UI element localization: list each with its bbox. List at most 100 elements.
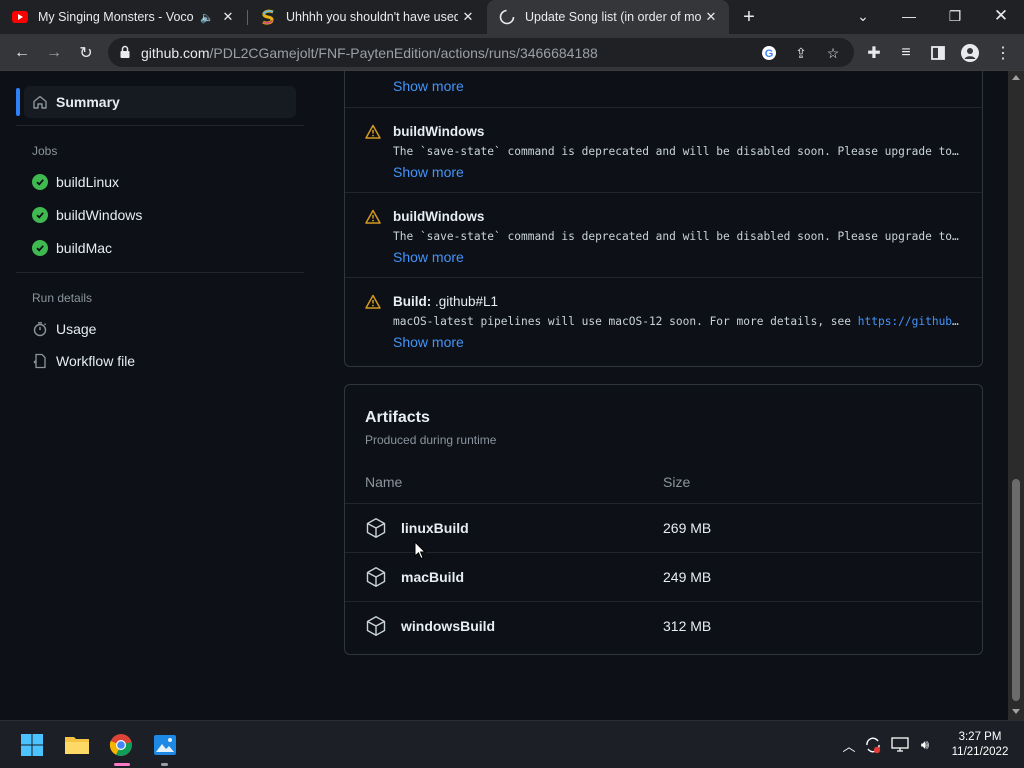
table-row[interactable]: windowsBuild 312 MB (345, 601, 982, 650)
stopwatch-icon (33, 322, 47, 337)
tab-title: Uhhhh you shouldn't have used t (286, 10, 458, 24)
chrome-icon[interactable] (105, 729, 137, 761)
jobs-heading: Jobs (32, 144, 58, 158)
artifacts-panel: Artifacts Produced during runtime Name S… (344, 384, 983, 655)
reload-icon[interactable]: ↻ (73, 40, 99, 66)
artifact-name-link[interactable]: windowsBuild (401, 618, 495, 634)
sidebar-item-buildmac[interactable]: buildMac (32, 238, 112, 258)
scrollbar-thumb[interactable] (1012, 479, 1020, 701)
photos-icon[interactable] (149, 729, 181, 761)
sidebar-item-buildwindows[interactable]: buildWindows (32, 205, 142, 225)
tab-close-icon[interactable]: ✕ (218, 7, 238, 27)
tab-close-icon[interactable]: ✕ (458, 7, 478, 27)
github-icon (499, 9, 515, 25)
table-row[interactable]: linuxBuild 269 MB (345, 503, 982, 552)
show-more-link[interactable]: Show more (393, 164, 464, 180)
success-check-icon (32, 207, 48, 223)
media-controls-icon[interactable]: ≡ (893, 40, 919, 66)
warning-triangle-icon (365, 294, 381, 309)
show-more-link[interactable]: Show more (393, 78, 464, 94)
annotation-link[interactable]: https://github.c… (858, 315, 963, 328)
restore-icon[interactable]: ❐ (932, 0, 978, 32)
sidebar-divider (16, 272, 304, 273)
artifact-size: 269 MB (663, 520, 712, 536)
bookmark-star-icon[interactable]: ☆ (823, 43, 843, 63)
share-icon[interactable]: ⇪ (791, 43, 811, 63)
scroll-up-arrow-icon[interactable] (1012, 75, 1020, 80)
artifacts-title: Artifacts (365, 409, 430, 426)
browser-tab-youtube[interactable]: My Singing Monsters - Voco 🔈 ✕ (0, 0, 246, 34)
side-panel-icon[interactable] (925, 40, 951, 66)
artifact-size: 249 MB (663, 569, 712, 585)
artifact-name-link[interactable]: macBuild (401, 569, 464, 585)
sidebar-item-label: buildMac (56, 240, 113, 256)
mouse-cursor-icon (414, 541, 426, 560)
chrome-menu-icon[interactable]: ⋮ (990, 40, 1016, 66)
scroll-down-arrow-icon[interactable] (1012, 709, 1020, 714)
show-more-link[interactable]: Show more (393, 249, 464, 265)
lock-icon[interactable] (118, 45, 132, 59)
windows-taskbar: ︿ 🔊︎ 3:27 PM 11/21/2022 (0, 720, 1024, 768)
minimize-icon[interactable]: — (886, 0, 932, 32)
file-explorer-icon[interactable] (61, 729, 93, 761)
artifact-size: 312 MB (663, 618, 712, 634)
address-bar[interactable]: github.com/PDL2CGamejolt/FNF-PaytenEditi… (108, 38, 854, 67)
sidebar-item-label: buildWindows (56, 207, 143, 223)
photos-running-indicator (161, 763, 168, 766)
tab-title: My Singing Monsters - Voco (38, 10, 194, 24)
network-icon[interactable] (890, 735, 910, 755)
tab-title: Update Song list (in order of mo (525, 10, 701, 24)
new-tab-plus-icon[interactable]: + (737, 5, 761, 29)
sync-alert-icon[interactable] (863, 735, 883, 755)
home-icon (33, 95, 47, 109)
profile-avatar-icon[interactable] (957, 40, 983, 66)
taskbar-clock[interactable]: 3:27 PM 11/21/2022 (940, 730, 1020, 760)
svg-text:G: G (765, 48, 774, 60)
sidebar-divider (16, 125, 304, 126)
package-icon (366, 616, 386, 636)
show-more-link[interactable]: Show more (393, 334, 464, 350)
youtube-icon (12, 11, 28, 23)
run-details-heading: Run details (32, 291, 93, 305)
package-icon (366, 567, 386, 587)
rainbow-s-icon (262, 9, 274, 25)
page-scrollbar[interactable] (1008, 71, 1024, 720)
success-check-icon (32, 174, 48, 190)
back-arrow-icon[interactable]: ← (9, 40, 35, 66)
sidebar-item-label: Summary (56, 94, 120, 110)
url-text[interactable]: github.com/PDL2CGamejolt/FNF-PaytenEditi… (141, 45, 598, 61)
google-icon[interactable]: G (759, 43, 779, 63)
warning-triangle-icon (365, 209, 381, 224)
tab-close-icon[interactable]: ✕ (701, 7, 721, 27)
sidebar-item-usage[interactable]: Usage (32, 319, 96, 339)
sidebar-item-buildlinux[interactable]: buildLinux (32, 172, 119, 192)
browser-tab-rainbow[interactable]: Uhhhh you shouldn't have used t ✕ (248, 0, 486, 34)
summary-active-indicator (16, 88, 20, 116)
chevron-up-icon[interactable]: ︿ (839, 735, 859, 755)
sidebar-item-summary[interactable]: Summary (24, 86, 296, 118)
clock-time: 3:27 PM (958, 731, 1002, 743)
browser-tab-github-active[interactable]: Update Song list (in order of mo ✕ (487, 0, 729, 34)
chrome-active-indicator (114, 763, 130, 766)
annotation-item: buildWindows The `save-state` command is… (345, 108, 982, 193)
sidebar-item-label: Workflow file (56, 353, 136, 369)
forward-arrow-icon[interactable]: → (41, 40, 67, 66)
windows-start-icon[interactable] (16, 729, 48, 761)
tab-search-chevron-icon[interactable]: ⌄ (840, 0, 886, 32)
column-header-size: Size (663, 474, 691, 490)
volume-icon[interactable]: 🔊︎ (915, 735, 935, 755)
sidebar-item-workflow-file[interactable]: Workflow file (32, 351, 135, 371)
extensions-puzzle-icon[interactable]: ✚ (861, 40, 887, 66)
annotation-title: Build: .github#L1 (393, 294, 499, 309)
annotations-panel: Show more buildWindows The `save-state` … (344, 71, 983, 367)
sidebar-item-label: Usage (56, 321, 97, 337)
sidebar-item-label: buildLinux (56, 174, 120, 190)
window-close-icon[interactable]: ✕ (978, 0, 1024, 32)
browser-toolbar: ← → ↻ github.com/PDL2CGamejolt/FNF-Payte… (0, 34, 1024, 71)
tab-muted-speaker-icon[interactable]: 🔈 (200, 11, 214, 24)
artifact-name-link[interactable]: linuxBuild (401, 520, 469, 536)
table-row[interactable]: macBuild 249 MB (345, 552, 982, 601)
success-check-icon (32, 240, 48, 256)
github-actions-run-page: Summary Jobs buildLinux buildWindows bui… (0, 71, 1008, 720)
clock-date: 11/21/2022 (951, 746, 1009, 758)
